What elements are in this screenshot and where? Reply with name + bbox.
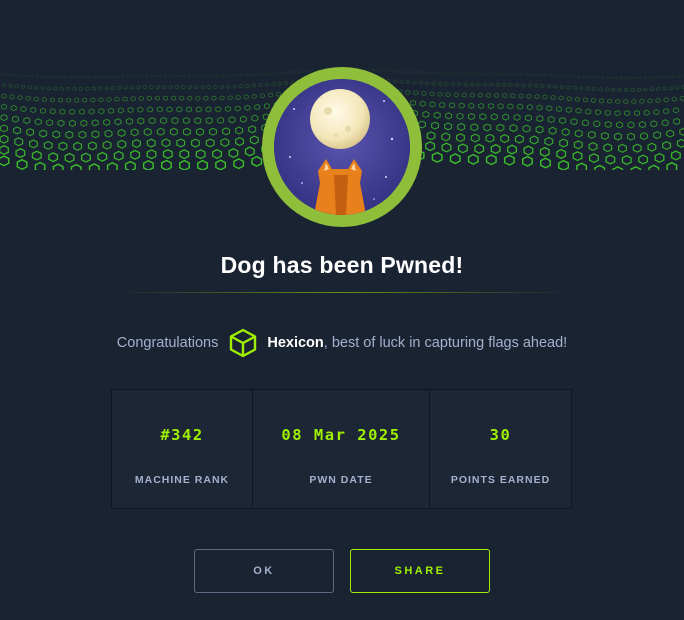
page-title: Dog has been Pwned! — [220, 252, 464, 278]
stat-label: PWN DATE — [309, 474, 373, 486]
stats-panel: #342 MACHINE RANK 08 Mar 2025 PWN DATE 3… — [111, 389, 572, 509]
stat-machine-rank: #342 MACHINE RANK — [112, 390, 252, 508]
stat-label: POINTS EARNED — [450, 474, 551, 486]
stat-value: 30 — [489, 426, 512, 444]
share-button[interactable]: SHARE — [350, 549, 490, 593]
username-link[interactable]: Hexicon — [267, 335, 323, 351]
stat-value: #342 — [160, 426, 204, 444]
congrats-message: Congratulations Hexicon , best of luck i… — [0, 326, 684, 360]
congrats-suffix: , best of luck in capturing flags ahead! — [323, 335, 568, 351]
stat-pwn-date: 08 Mar 2025 PWN DATE — [252, 390, 429, 508]
ok-button[interactable]: OK — [194, 549, 334, 593]
congrats-prefix: Congratulations — [116, 335, 219, 351]
stat-value: 08 Mar 2025 — [281, 426, 401, 444]
machine-avatar — [262, 67, 422, 227]
stat-points-earned: 30 POINTS EARNED — [429, 390, 571, 508]
stat-label: MACHINE RANK — [134, 474, 230, 486]
dog-avatar-icon — [274, 79, 410, 215]
hexagon-cube-icon — [227, 327, 259, 359]
pwned-page: { "title": "Dog has been Pwned!", "congr… — [0, 0, 684, 620]
title-divider — [114, 292, 570, 293]
